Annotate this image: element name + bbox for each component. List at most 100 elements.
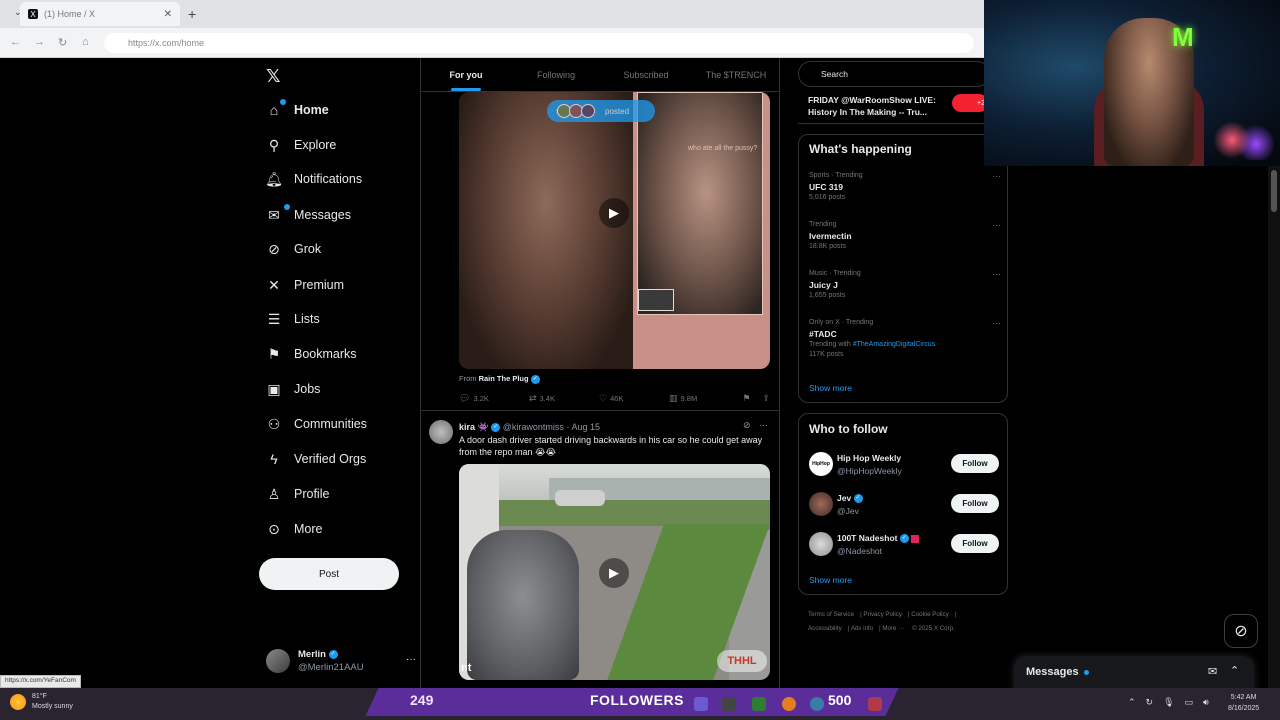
new-tab-icon[interactable]: + <box>188 6 196 22</box>
reload-icon[interactable]: ↻ <box>58 36 67 49</box>
trend-more-icon[interactable]: ··· <box>992 269 1001 279</box>
play-icon[interactable]: ▶ <box>599 558 629 588</box>
post-author-handle[interactable]: @kirawontmiss <box>503 422 564 432</box>
trend-item[interactable]: Trending Ivermectin 18.8K posts ··· <box>809 220 1001 252</box>
post-more-icon[interactable]: ··· <box>759 420 768 430</box>
grok-float-button[interactable]: ⊘ <box>1224 614 1258 648</box>
trend-item[interactable]: Sports · Trending UFC 319 5,016 posts ··… <box>809 171 1001 203</box>
copyright: © 2025 X Corp. <box>912 625 955 632</box>
expand-up-icon[interactable]: ⌃ <box>1230 664 1239 677</box>
tab-trench[interactable]: The $TRENCH <box>691 58 779 91</box>
follow-suggestion[interactable]: Jev ✓ @Jev Follow <box>809 490 999 518</box>
browser-tab[interactable]: X (1) Home / X ✕ <box>20 2 180 26</box>
new-message-icon[interactable]: ✉ <box>1208 665 1217 678</box>
trend-more-icon[interactable]: ··· <box>992 171 1001 181</box>
taskbar-app-icon[interactable] <box>868 697 882 711</box>
follow-button[interactable]: Follow <box>951 534 999 553</box>
tab-subscribed[interactable]: Subscribed <box>601 58 691 91</box>
taskbar-app-icon[interactable] <box>752 697 766 711</box>
trend-item[interactable]: Music · Trending Juicy J 1,655 posts ··· <box>809 269 1001 301</box>
account-name: Merlin <box>298 649 326 660</box>
sidebar-item-more[interactable]: ⊙ More <box>266 518 322 540</box>
speaker-icon[interactable]: 🔊︎ <box>1203 697 1209 708</box>
post-date[interactable]: · Aug 15 <box>566 422 600 432</box>
account-switcher[interactable]: Merlin ✓ @Merlin21AAU ··· <box>266 646 416 676</box>
follow-button[interactable]: Follow <box>951 454 999 473</box>
sidebar-item-label: More <box>294 522 323 536</box>
play-icon[interactable]: ▶ <box>599 198 629 228</box>
sidebar-item-bookmarks[interactable]: ⚑ Bookmarks <box>266 343 357 365</box>
sidebar-item-jobs[interactable]: ▣ Jobs <box>266 378 320 400</box>
address-bar[interactable]: https://x.com/home <box>104 33 974 53</box>
sidebar-item-premium[interactable]: ✕ Premium <box>266 274 344 296</box>
sidebar-item-lists[interactable]: ☰ Lists <box>266 308 320 330</box>
sidebar-item-profile[interactable]: ♙ Profile <box>266 483 330 505</box>
views-button[interactable]: ▥ 9.8M <box>669 393 739 404</box>
sync-icon[interactable]: ↻ <box>1146 697 1154 708</box>
home-button-icon[interactable]: ⌂ <box>82 36 89 48</box>
taskbar-app-icon[interactable] <box>694 697 708 711</box>
sidebar-item-grok[interactable]: ⊘ Grok <box>266 238 321 260</box>
account-more-icon[interactable]: ··· <box>406 654 416 665</box>
back-icon[interactable]: ← <box>10 36 21 48</box>
tab-for-you[interactable]: For you <box>421 58 511 91</box>
post-video[interactable]: who ate all the pussy? ▶ <box>459 92 770 369</box>
person-icon: ♙ <box>267 485 281 502</box>
footer-link[interactable]: Ads info <box>851 625 873 632</box>
close-tab-icon[interactable]: ✕ <box>164 9 172 20</box>
from-prefix: From <box>459 374 477 383</box>
weather-widget[interactable]: 81°F Mostly sunny <box>10 692 73 712</box>
show-more-trends-link[interactable]: Show more <box>809 383 852 393</box>
live-space-card[interactable]: FRIDAY @WarRoomShow LIVE: History In The… <box>798 90 990 124</box>
video-source-link[interactable]: Rain The Plug <box>479 374 529 383</box>
tab-following[interactable]: Following <box>511 58 601 91</box>
chevron-up-icon[interactable]: ⌃ <box>1128 697 1136 708</box>
follow-suggestion[interactable]: 100T Nadeshot ✓ @Nadeshot Follow <box>809 530 999 558</box>
new-posts-pill[interactable]: ↑ posted <box>547 100 655 122</box>
trend-item[interactable]: Only on X · Trending #TADC Trending with… <box>809 318 1001 360</box>
microphone-icon[interactable]: 🎙︎ <box>1163 697 1174 708</box>
sidebar-item-explore[interactable]: ⚲ Explore <box>266 134 337 156</box>
sidebar-item-home[interactable]: ⌂ Home <box>266 99 329 121</box>
system-clock[interactable]: 5:42 AM 8/16/2025 <box>1228 692 1259 714</box>
scrollbar-track[interactable] <box>1268 166 1280 688</box>
trend-more-icon[interactable]: ··· <box>992 318 1001 328</box>
unread-dot <box>1084 670 1089 675</box>
taskbar-app-icon[interactable] <box>810 697 824 711</box>
like-button[interactable]: ♡ 46K <box>599 393 669 404</box>
sidebar-item-messages[interactable]: ✉ Messages <box>266 204 351 226</box>
bookmark-post-icon[interactable]: ⚑ <box>742 393 750 404</box>
footer-link[interactable]: Privacy Policy <box>863 611 902 618</box>
sidebar-item-notifications[interactable]: 🔔︎ Notifications <box>265 168 362 190</box>
x-logo-icon[interactable]: 𝕏 <box>266 66 281 87</box>
scrollbar-thumb[interactable] <box>1271 170 1277 212</box>
post-video[interactable]: ▶ THHL nt <box>459 464 770 680</box>
trend-more-icon[interactable]: ··· <box>992 220 1001 230</box>
taskbar-app-icon[interactable] <box>722 697 736 711</box>
taskbar-app-icon[interactable] <box>782 697 796 711</box>
post-author-name[interactable]: kira 👾 <box>459 422 489 432</box>
suggestion-handle: @Nadeshot <box>837 546 883 556</box>
footer-link[interactable]: Terms of Service <box>808 611 854 618</box>
repost-button[interactable]: ⇄ 3.4K <box>529 393 599 404</box>
follow-button[interactable]: Follow <box>951 494 999 513</box>
grok-explain-icon[interactable]: ⊘ <box>743 420 751 430</box>
display-icon[interactable]: ▭ <box>1185 697 1194 708</box>
footer-link[interactable]: Cookie Policy <box>911 611 949 618</box>
footer-link[interactable]: Accessibility <box>808 625 842 632</box>
share-icon[interactable]: ⇪ <box>762 393 770 404</box>
post-button[interactable]: Post <box>259 558 399 590</box>
post-actions: 💬︎ 3.2K ⇄ 3.4K ♡ 46K ▥ 9.8M ⚑ ⇪ <box>459 393 770 404</box>
avatar[interactable] <box>429 420 453 444</box>
footer-link[interactable]: More ··· <box>882 625 904 632</box>
follow-suggestion[interactable]: HipHop Hip Hop Weekly @HipHopWeekly Foll… <box>809 450 999 478</box>
forward-icon[interactable]: → <box>34 36 45 48</box>
sidebar-item-verified-orgs[interactable]: ϟ Verified Orgs <box>266 448 366 470</box>
trend-related-tag[interactable]: #TheAmazingDigitalCircus <box>853 341 935 348</box>
search-input[interactable]: Search <box>798 61 990 87</box>
sidebar-item-communities[interactable]: ⚇ Communities <box>266 413 367 435</box>
show-more-follow-link[interactable]: Show more <box>809 575 852 585</box>
messages-drawer[interactable]: Messages ✉ ⌃ <box>1014 656 1254 690</box>
video-overlay-caption: who ate all the pussy? <box>688 145 758 152</box>
reply-button[interactable]: 💬︎ 3.2K <box>459 393 529 404</box>
